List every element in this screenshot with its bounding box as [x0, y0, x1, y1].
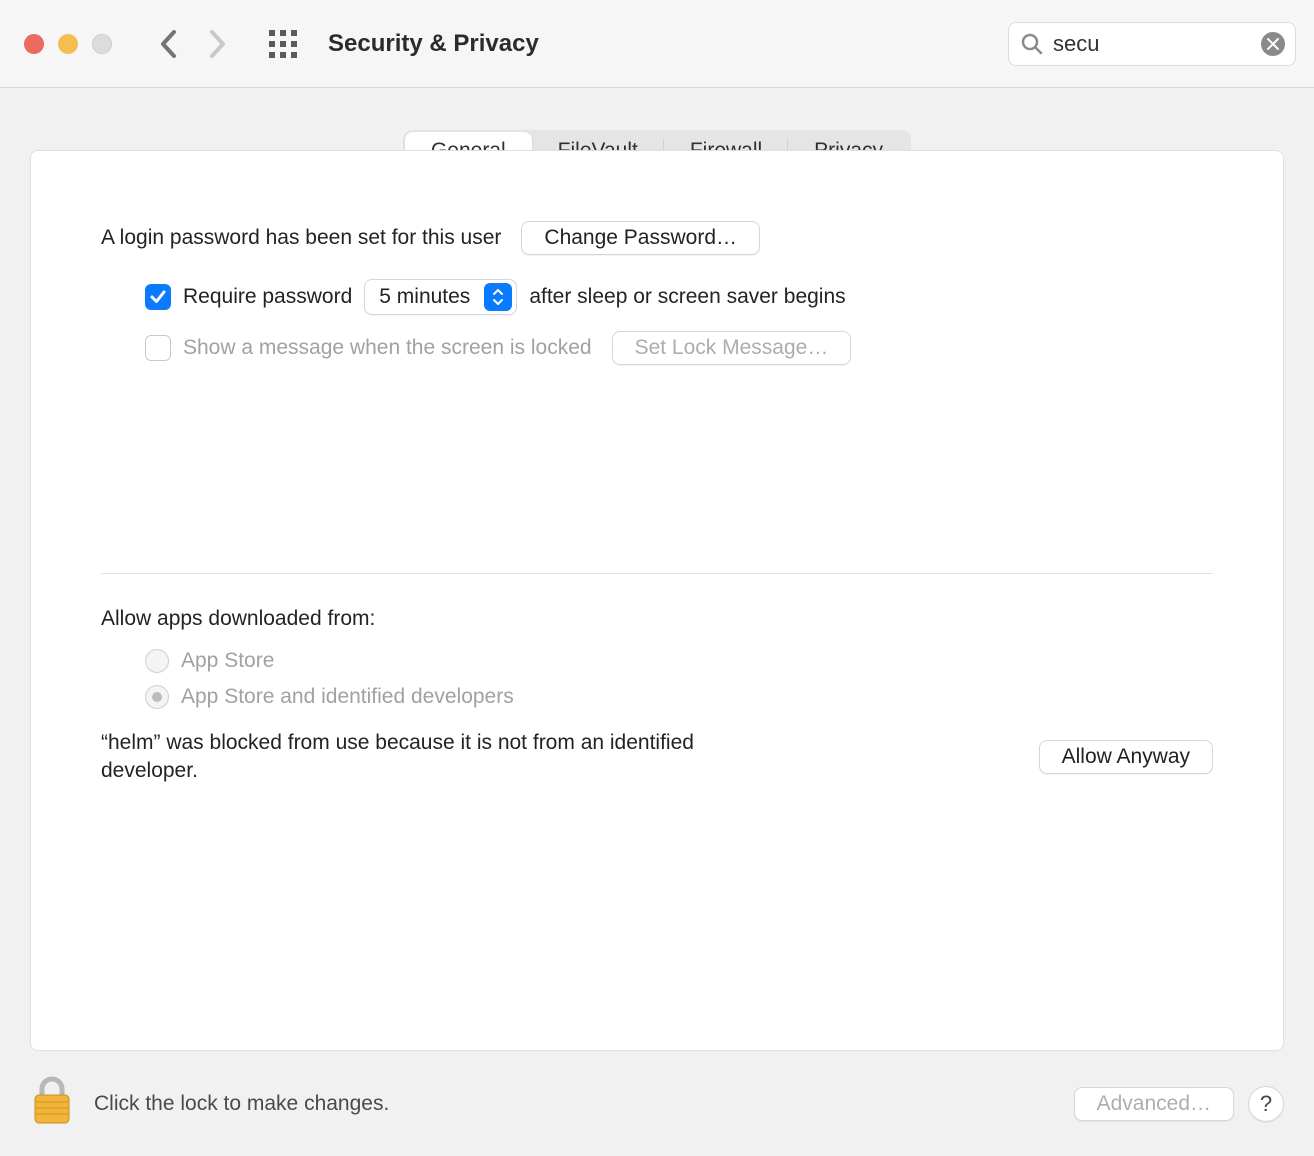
search-icon — [1021, 33, 1043, 55]
forward-button[interactable] — [208, 30, 226, 58]
show-message-label: Show a message when the screen is locked — [183, 336, 592, 360]
close-icon — [1267, 38, 1279, 50]
window-title: Security & Privacy — [328, 30, 539, 58]
search-field[interactable] — [1008, 22, 1296, 66]
show-message-row: Show a message when the screen is locked… — [145, 331, 1213, 365]
window-controls — [24, 34, 112, 54]
change-password-button[interactable]: Change Password… — [521, 221, 760, 255]
grid-icon — [268, 29, 298, 59]
gatekeeper-section: Allow apps downloaded from: App Store Ap… — [101, 607, 1213, 786]
require-password-label: Require password — [183, 285, 352, 309]
blocked-app-row: “helm” was blocked from use because it i… — [101, 729, 1213, 786]
lock-button[interactable] — [30, 1075, 74, 1132]
footer: Click the lock to make changes. Advanced… — [0, 1051, 1314, 1156]
zoom-window-button[interactable] — [92, 34, 112, 54]
advanced-button[interactable]: Advanced… — [1074, 1087, 1234, 1121]
lock-wrap: Click the lock to make changes. — [30, 1075, 389, 1132]
radio-identified-label: App Store and identified developers — [181, 685, 514, 709]
nav-arrows — [160, 30, 226, 58]
search-input[interactable] — [1053, 31, 1261, 57]
blocked-app-message: “helm” was blocked from use because it i… — [101, 729, 721, 786]
set-lock-message-button: Set Lock Message… — [612, 331, 852, 365]
select-stepper-icon — [484, 283, 512, 311]
require-password-checkbox[interactable] — [145, 284, 171, 310]
lock-text: Click the lock to make changes. — [94, 1092, 389, 1116]
toolbar: Security & Privacy — [0, 0, 1314, 88]
gatekeeper-option-identified: App Store and identified developers — [145, 685, 1213, 709]
radio-appstore-label: App Store — [181, 649, 274, 673]
radio-appstore — [145, 649, 169, 673]
require-password-delay-value: 5 minutes — [379, 285, 470, 309]
gatekeeper-title: Allow apps downloaded from: — [101, 607, 1213, 631]
require-password-row: Require password 5 minutes after sleep o… — [145, 279, 1213, 315]
gatekeeper-option-appstore: App Store — [145, 649, 1213, 673]
login-password-row: A login password has been set for this u… — [101, 221, 1213, 255]
checkmark-icon — [149, 288, 167, 306]
lock-icon — [30, 1075, 74, 1127]
show-message-checkbox — [145, 335, 171, 361]
back-button[interactable] — [160, 30, 178, 58]
minimize-window-button[interactable] — [58, 34, 78, 54]
login-password-text: A login password has been set for this u… — [101, 226, 501, 250]
require-password-suffix: after sleep or screen saver begins — [529, 285, 845, 309]
allow-anyway-button[interactable]: Allow Anyway — [1039, 740, 1213, 774]
settings-panel: A login password has been set for this u… — [30, 150, 1284, 1051]
help-button[interactable]: ? — [1248, 1086, 1284, 1122]
show-all-button[interactable] — [268, 29, 298, 59]
require-password-delay-select[interactable]: 5 minutes — [364, 279, 517, 315]
divider — [101, 573, 1213, 574]
clear-search-button[interactable] — [1261, 32, 1285, 56]
help-icon: ? — [1260, 1091, 1272, 1117]
close-window-button[interactable] — [24, 34, 44, 54]
radio-identified — [145, 685, 169, 709]
